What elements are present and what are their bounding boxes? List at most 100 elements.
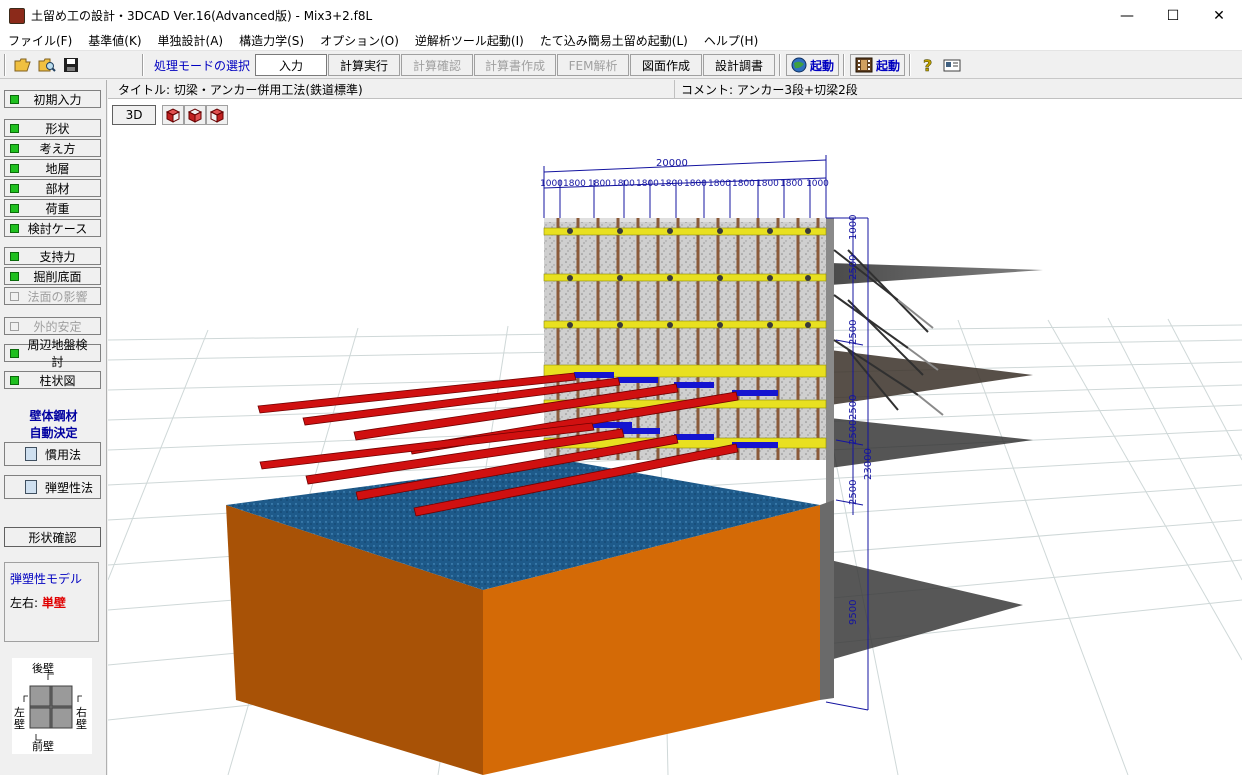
status-led-icon [10, 321, 19, 331]
dim-side-23000: 23000 [863, 448, 874, 480]
model-lr-value: 単壁 [41, 596, 66, 610]
close-button[interactable]: ✕ [1196, 0, 1242, 31]
help-icon[interactable]: ? [917, 54, 939, 76]
sidebar-item-approach[interactable]: 考え方 [4, 139, 101, 157]
app-icon [9, 7, 25, 24]
open-folder-icon[interactable] [12, 54, 34, 76]
auto-determine-label-2: 自動決定 [29, 426, 78, 440]
search-file-icon[interactable] [36, 54, 58, 76]
sidebar-item-shape[interactable]: 形状 [4, 119, 101, 137]
maximize-button[interactable]: ☐ [1150, 0, 1196, 31]
sidebar-item-members[interactable]: 部材 [4, 179, 101, 197]
wall-left-label-2: 壁 [14, 717, 25, 731]
dim-side-9500: 9500 [848, 600, 859, 625]
dim-seg-6: 1800 [660, 179, 683, 189]
menu-options[interactable]: オプション(O) [312, 32, 407, 49]
status-led-icon [10, 183, 19, 193]
design-record-button[interactable]: 設計調書 [703, 54, 776, 76]
svg-text:?: ? [923, 56, 932, 74]
cube-view-3-icon[interactable] [206, 105, 228, 125]
input-mode-button[interactable]: 入力 [255, 54, 328, 76]
view-3d-button[interactable]: 3D [112, 105, 156, 125]
report-create-button[interactable]: 計算書作成 [474, 54, 557, 76]
3d-canvas[interactable]: 20000 1000 1800 1800 1800 1800 1800 1800… [108, 100, 1242, 775]
view-buttons: 3D [112, 105, 228, 125]
launch-label-1: 起動 [810, 58, 835, 73]
menu-help[interactable]: ヘルプ(H) [696, 32, 766, 49]
menu-inverse-tool[interactable]: 逆解析ツール起動(I) [407, 32, 532, 49]
main-view: タイトル: 切梁・アンカー併用工法(鉄道標準) コメント: アンカー3段+切梁2… [108, 79, 1242, 775]
auto-determine-label-1: 壁体鋼材 [29, 409, 78, 423]
elastoplastic-method-button[interactable]: 弾塑性法 [4, 475, 101, 499]
window-controls: — ☐ ✕ [1104, 0, 1242, 31]
minimize-button[interactable]: — [1104, 0, 1150, 31]
fem-analysis-button[interactable]: FEM解析 [557, 54, 630, 76]
conventional-method-button[interactable]: 慣用法 [4, 442, 101, 466]
id-card-icon[interactable] [941, 54, 963, 76]
dim-seg-7: 1800 [684, 179, 707, 189]
sidebar-item-strata[interactable]: 地層 [4, 159, 101, 177]
window-title: 土留め工の設計・3DCAD Ver.16(Advanced版) - Mix3+2… [31, 9, 373, 23]
menu-standard[interactable]: 基準値(K) [80, 32, 149, 49]
status-led-icon [10, 223, 19, 233]
wall-front-label: 前壁 [32, 739, 54, 753]
sidebar-item-loads[interactable]: 荷重 [4, 199, 101, 217]
status-led-icon [10, 291, 19, 301]
dim-seg-11: 1800 [780, 179, 803, 189]
menu-file[interactable]: ファイル(F) [0, 32, 80, 49]
sidebar-item-bearing[interactable]: 支持力 [4, 247, 101, 265]
sidebar-item-slope-effect[interactable]: 法面の影響 [4, 287, 101, 305]
cube-view-1-icon[interactable] [162, 105, 184, 125]
status-led-icon [10, 203, 19, 213]
sidebar-item-cases[interactable]: 検討ケース [4, 219, 101, 237]
menu-simple-shoring[interactable]: たて込み簡易土留め起動(L) [532, 32, 696, 49]
mode-select-label: 処理モードの選択 [154, 58, 251, 73]
launch-button-1[interactable]: 起動 [786, 54, 840, 76]
menu-bar: ファイル(F) 基準値(K) 単独設計(A) 構造力学(S) オプション(O) … [0, 31, 1242, 51]
globe-icon [791, 57, 807, 73]
dim-side-2500-a: 2500 [848, 255, 859, 280]
dim-seg-1: 1000 [540, 179, 563, 189]
menu-single-design[interactable]: 単独設計(A) [150, 32, 232, 49]
film-icon [855, 57, 873, 73]
status-led-icon [10, 348, 19, 358]
dim-side-1000: 1000 [848, 215, 859, 240]
sidebar-item-initial-input[interactable]: 初期入力 [4, 90, 101, 108]
calculator-icon [25, 480, 37, 494]
info-title: タイトル: 切梁・アンカー併用工法(鉄道標準) [108, 79, 675, 99]
excavation-block [226, 460, 820, 775]
status-led-icon [10, 251, 19, 261]
info-comment: コメント: アンカー3段+切梁2段 [681, 82, 858, 97]
dim-top-total: 20000 [656, 158, 688, 169]
dim-seg-3: 1800 [588, 179, 611, 189]
sidebar-item-external-stability[interactable]: 外的安定 [4, 317, 101, 335]
dim-seg-12: 1000 [806, 179, 829, 189]
dim-side-2500-b: 2500 [848, 320, 859, 345]
toolbar-separator [843, 54, 846, 76]
toolbar-separator [4, 54, 6, 76]
shape-check-button[interactable]: 形状確認 [4, 527, 101, 547]
launch-button-2[interactable]: 起動 [850, 54, 906, 76]
wall-right-label-2: 壁 [76, 717, 87, 731]
menu-structural[interactable]: 構造力学(S) [231, 32, 312, 49]
dim-seg-2: 1800 [563, 179, 586, 189]
calc-run-button[interactable]: 計算実行 [328, 54, 401, 76]
wall-right-label-1: 右 [76, 705, 87, 719]
sidebar-item-column-chart[interactable]: 柱状図 [4, 371, 101, 389]
calc-check-button[interactable]: 計算確認 [401, 54, 474, 76]
dim-seg-4: 1800 [612, 179, 635, 189]
toolbar-separator [909, 54, 912, 76]
model-panel: 弾塑性モデル 左右: 単壁 [4, 562, 99, 642]
cube-view-2-icon[interactable] [184, 105, 206, 125]
status-led-icon [10, 94, 19, 104]
title-bar: 土留め工の設計・3DCAD Ver.16(Advanced版) - Mix3+2… [0, 0, 1242, 31]
sidebar-item-excavation-bottom[interactable]: 掘削底面 [4, 267, 101, 285]
save-icon[interactable] [60, 54, 82, 76]
status-led-icon [10, 163, 19, 173]
drawing-create-button[interactable]: 図面作成 [630, 54, 703, 76]
model-left-right: 左右: 単壁 [10, 596, 66, 610]
status-led-icon [10, 271, 19, 281]
sidebar: 初期入力 形状 考え方 地層 部材 荷重 検討ケース 支持力 掘削底面 法面の影… [0, 80, 107, 775]
sidebar-item-peripheral-ground[interactable]: 周辺地盤検討 [4, 338, 101, 369]
dim-seg-5: 1800 [636, 179, 659, 189]
